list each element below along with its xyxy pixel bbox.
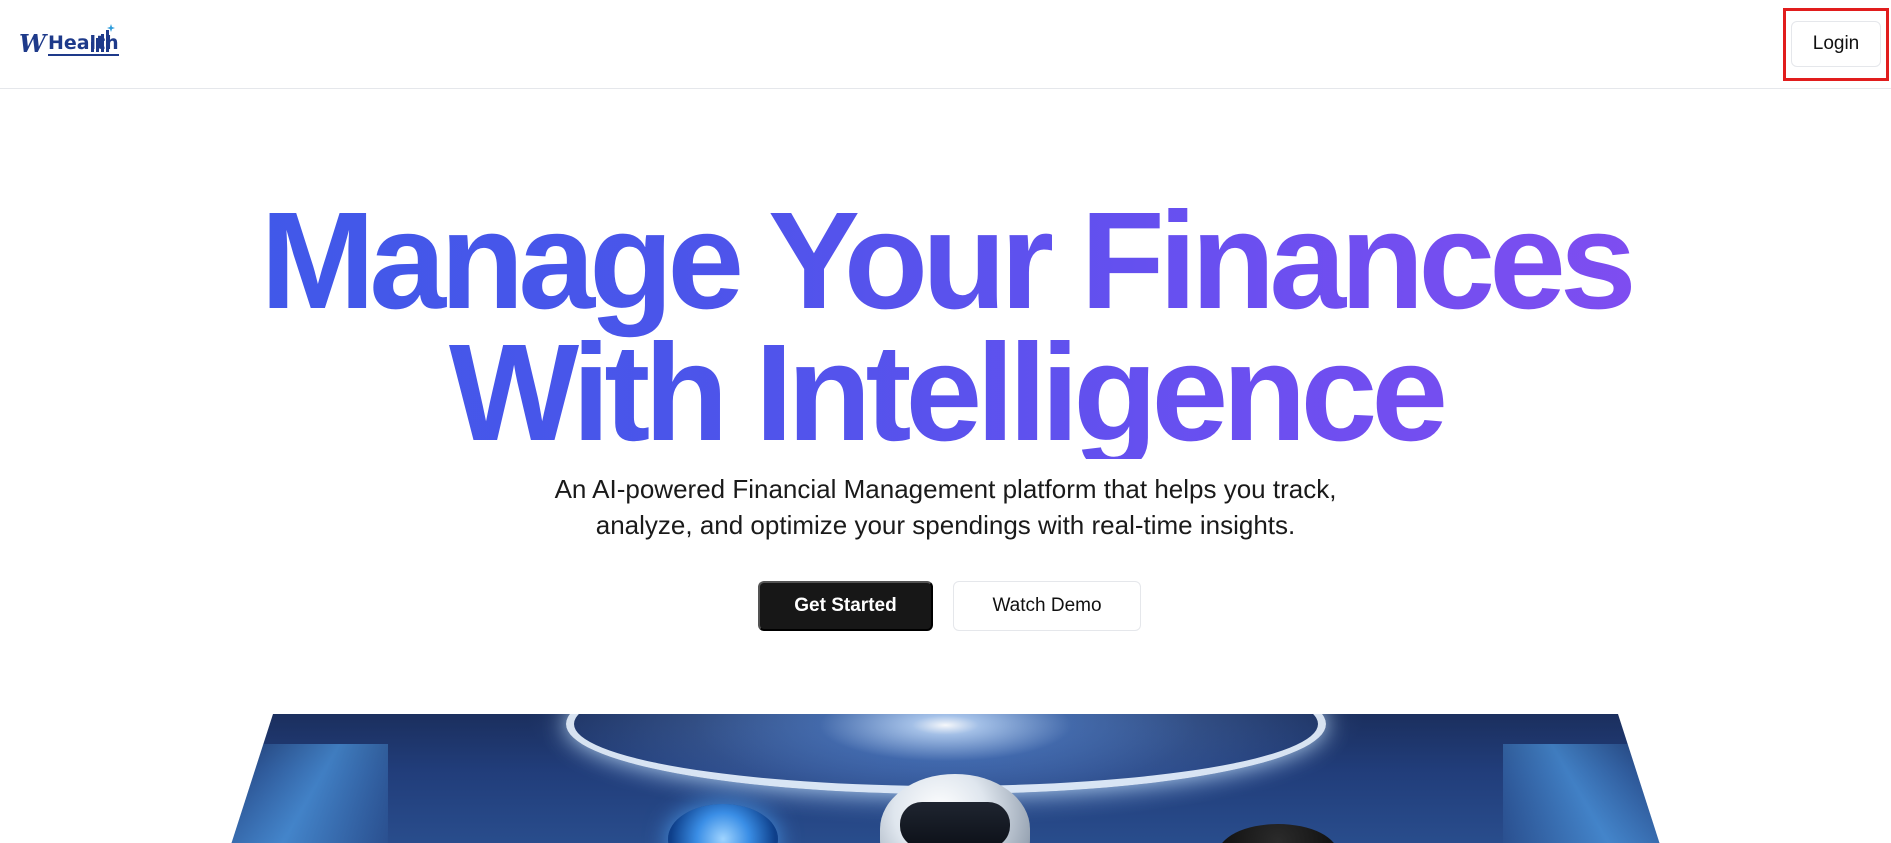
- login-button[interactable]: Login: [1791, 21, 1881, 67]
- robot-visor: [900, 802, 1010, 843]
- hero-subtitle-line-2: analyze, and optimize your spendings wit…: [595, 510, 1296, 540]
- hero-subtitle-line-1: An AI-powered Financial Management platf…: [554, 474, 1337, 504]
- get-started-button[interactable]: Get Started: [758, 581, 933, 631]
- logo[interactable]: W Health: [19, 20, 119, 62]
- glowing-orb: [668, 804, 778, 843]
- light-beam-left: [228, 744, 388, 843]
- hero-title: Manage Your Finances With Intelligence: [0, 195, 1891, 459]
- hero-title-line-1: Manage Your Finances: [260, 184, 1631, 338]
- light-beam-right: [1503, 744, 1663, 843]
- hero-subtitle: An AI-powered Financial Management platf…: [0, 471, 1891, 543]
- watch-demo-button[interactable]: Watch Demo: [953, 581, 1141, 631]
- site-header: W Health Login: [0, 0, 1891, 89]
- hero-image-ai-robot: [228, 714, 1663, 843]
- logo-mark: W: [19, 29, 46, 58]
- person-silhouette: [1218, 824, 1338, 843]
- bar-chart-growth-icon: [91, 24, 115, 52]
- hero-image-container: [0, 714, 1891, 843]
- hero-title-line-2: With Intelligence: [448, 316, 1443, 470]
